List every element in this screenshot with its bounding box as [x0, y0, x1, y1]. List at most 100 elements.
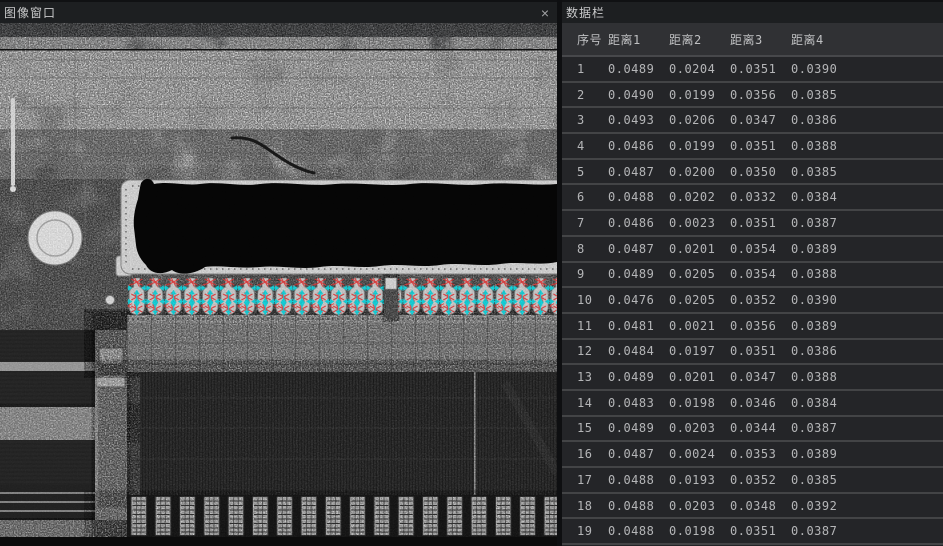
table-row[interactable]: 100.04760.02050.03520.0390 — [562, 288, 943, 314]
table-row[interactable]: 20.04900.01990.03560.0385 — [562, 83, 943, 109]
distance1-cell: 0.0490 — [608, 88, 669, 102]
distance2-cell: 0.0204 — [669, 62, 730, 76]
distance2-cell: 0.0201 — [669, 242, 730, 256]
distance3-cell: 0.0356 — [730, 88, 791, 102]
distance3-cell: 0.0353 — [730, 447, 791, 461]
distance1-cell: 0.0488 — [608, 524, 669, 538]
distance2-cell: 0.0203 — [669, 499, 730, 513]
distance3-cell: 0.0350 — [730, 165, 791, 179]
serial-cell: 13 — [562, 370, 608, 384]
table-row[interactable]: 150.04890.02030.03440.0387 — [562, 417, 943, 443]
column-header-distance1: 距离1 — [608, 31, 669, 48]
table-body: 10.04890.02040.03510.039020.04900.01990.… — [562, 57, 943, 546]
serial-cell: 7 — [562, 216, 608, 230]
distance3-cell: 0.0351 — [730, 62, 791, 76]
distance1-cell: 0.0483 — [608, 396, 669, 410]
distance2-cell: 0.0200 — [669, 165, 730, 179]
serial-cell: 4 — [562, 139, 608, 153]
serial-cell: 8 — [562, 242, 608, 256]
serial-cell: 10 — [562, 293, 608, 307]
data-panel-titlebar: 数据栏 — [562, 0, 943, 23]
distance3-cell: 0.0348 — [730, 499, 791, 513]
table-row[interactable]: 80.04870.02010.03540.0389 — [562, 237, 943, 263]
serial-cell: 6 — [562, 190, 608, 204]
table-row[interactable]: 90.04890.02050.03540.0388 — [562, 263, 943, 289]
table-row[interactable]: 110.04810.00210.03560.0389 — [562, 314, 943, 340]
image-window-panel: 图像窗口 × — [0, 0, 557, 546]
distance1-cell: 0.0476 — [608, 293, 669, 307]
distance1-cell: 0.0487 — [608, 165, 669, 179]
table-row[interactable]: 180.04880.02030.03480.0392 — [562, 494, 943, 520]
distance1-cell: 0.0487 — [608, 242, 669, 256]
distance4-cell: 0.0392 — [791, 499, 852, 513]
distance4-cell: 0.0390 — [791, 293, 852, 307]
distance1-cell: 0.0486 — [608, 216, 669, 230]
distance1-cell: 0.0489 — [608, 421, 669, 435]
table-row[interactable]: 40.04860.01990.03510.0388 — [562, 134, 943, 160]
close-icon[interactable]: × — [537, 5, 553, 21]
serial-cell: 16 — [562, 447, 608, 461]
serial-cell: 14 — [562, 396, 608, 410]
distance2-cell: 0.0202 — [669, 190, 730, 204]
distance4-cell: 0.0387 — [791, 524, 852, 538]
distance3-cell: 0.0344 — [730, 421, 791, 435]
distance4-cell: 0.0386 — [791, 344, 852, 358]
distance4-cell: 0.0384 — [791, 396, 852, 410]
distance3-cell: 0.0351 — [730, 344, 791, 358]
table-row[interactable]: 190.04880.01980.03510.0387 — [562, 519, 943, 545]
distance3-cell: 0.0346 — [730, 396, 791, 410]
table-row[interactable]: 30.04930.02060.03470.0386 — [562, 108, 943, 134]
distance1-cell: 0.0486 — [608, 139, 669, 153]
serial-cell: 15 — [562, 421, 608, 435]
table-row[interactable]: 120.04840.01970.03510.0386 — [562, 340, 943, 366]
distance3-cell: 0.0354 — [730, 242, 791, 256]
table-row[interactable]: 140.04830.01980.03460.0384 — [562, 391, 943, 417]
table-row[interactable]: 130.04890.02010.03470.0388 — [562, 365, 943, 391]
serial-cell: 5 — [562, 165, 608, 179]
distance2-cell: 0.0021 — [669, 319, 730, 333]
table-row[interactable]: 170.04880.01930.03520.0385 — [562, 468, 943, 494]
distance2-cell: 0.0205 — [669, 267, 730, 281]
data-panel: 数据栏 序号 距离1 距离2 距离3 距离4 10.04890.02040.03… — [562, 0, 943, 546]
table-row[interactable]: 70.04860.00230.03510.0387 — [562, 211, 943, 237]
distance3-cell: 0.0356 — [730, 319, 791, 333]
table-row[interactable]: 60.04880.02020.03320.0384 — [562, 185, 943, 211]
distance1-cell: 0.0493 — [608, 113, 669, 127]
column-header-distance2: 距离2 — [669, 31, 730, 48]
serial-cell: 12 — [562, 344, 608, 358]
serial-cell: 11 — [562, 319, 608, 333]
serial-cell: 19 — [562, 524, 608, 538]
distance1-cell: 0.0481 — [608, 319, 669, 333]
transparency-checkerboard — [0, 23, 557, 50]
column-header-serial: 序号 — [562, 31, 608, 48]
distance1-cell: 0.0488 — [608, 190, 669, 204]
distance3-cell: 0.0354 — [730, 267, 791, 281]
distance3-cell: 0.0347 — [730, 370, 791, 384]
distance3-cell: 0.0351 — [730, 216, 791, 230]
distance2-cell: 0.0201 — [669, 370, 730, 384]
serial-cell: 18 — [562, 499, 608, 513]
image-window-title: 图像窗口 — [0, 4, 56, 21]
table-row[interactable]: 160.04870.00240.03530.0389 — [562, 442, 943, 468]
distance3-cell: 0.0332 — [730, 190, 791, 204]
table-row[interactable]: 10.04890.02040.03510.0390 — [562, 57, 943, 83]
serial-cell: 1 — [562, 62, 608, 76]
distance2-cell: 0.0203 — [669, 421, 730, 435]
column-header-distance3: 距离3 — [730, 31, 791, 48]
distance1-cell: 0.0488 — [608, 473, 669, 487]
distance1-cell: 0.0489 — [608, 62, 669, 76]
distance4-cell: 0.0385 — [791, 88, 852, 102]
distance4-cell: 0.0385 — [791, 165, 852, 179]
distance1-cell: 0.0489 — [608, 370, 669, 384]
distance2-cell: 0.0206 — [669, 113, 730, 127]
distance2-cell: 0.0199 — [669, 139, 730, 153]
distance2-cell: 0.0197 — [669, 344, 730, 358]
distance4-cell: 0.0390 — [791, 62, 852, 76]
serial-cell: 3 — [562, 113, 608, 127]
distance3-cell: 0.0351 — [730, 524, 791, 538]
inspection-image[interactable] — [0, 23, 557, 546]
image-viewport[interactable] — [0, 23, 557, 546]
data-panel-title: 数据栏 — [562, 4, 605, 21]
distance2-cell: 0.0205 — [669, 293, 730, 307]
table-row[interactable]: 50.04870.02000.03500.0385 — [562, 160, 943, 186]
